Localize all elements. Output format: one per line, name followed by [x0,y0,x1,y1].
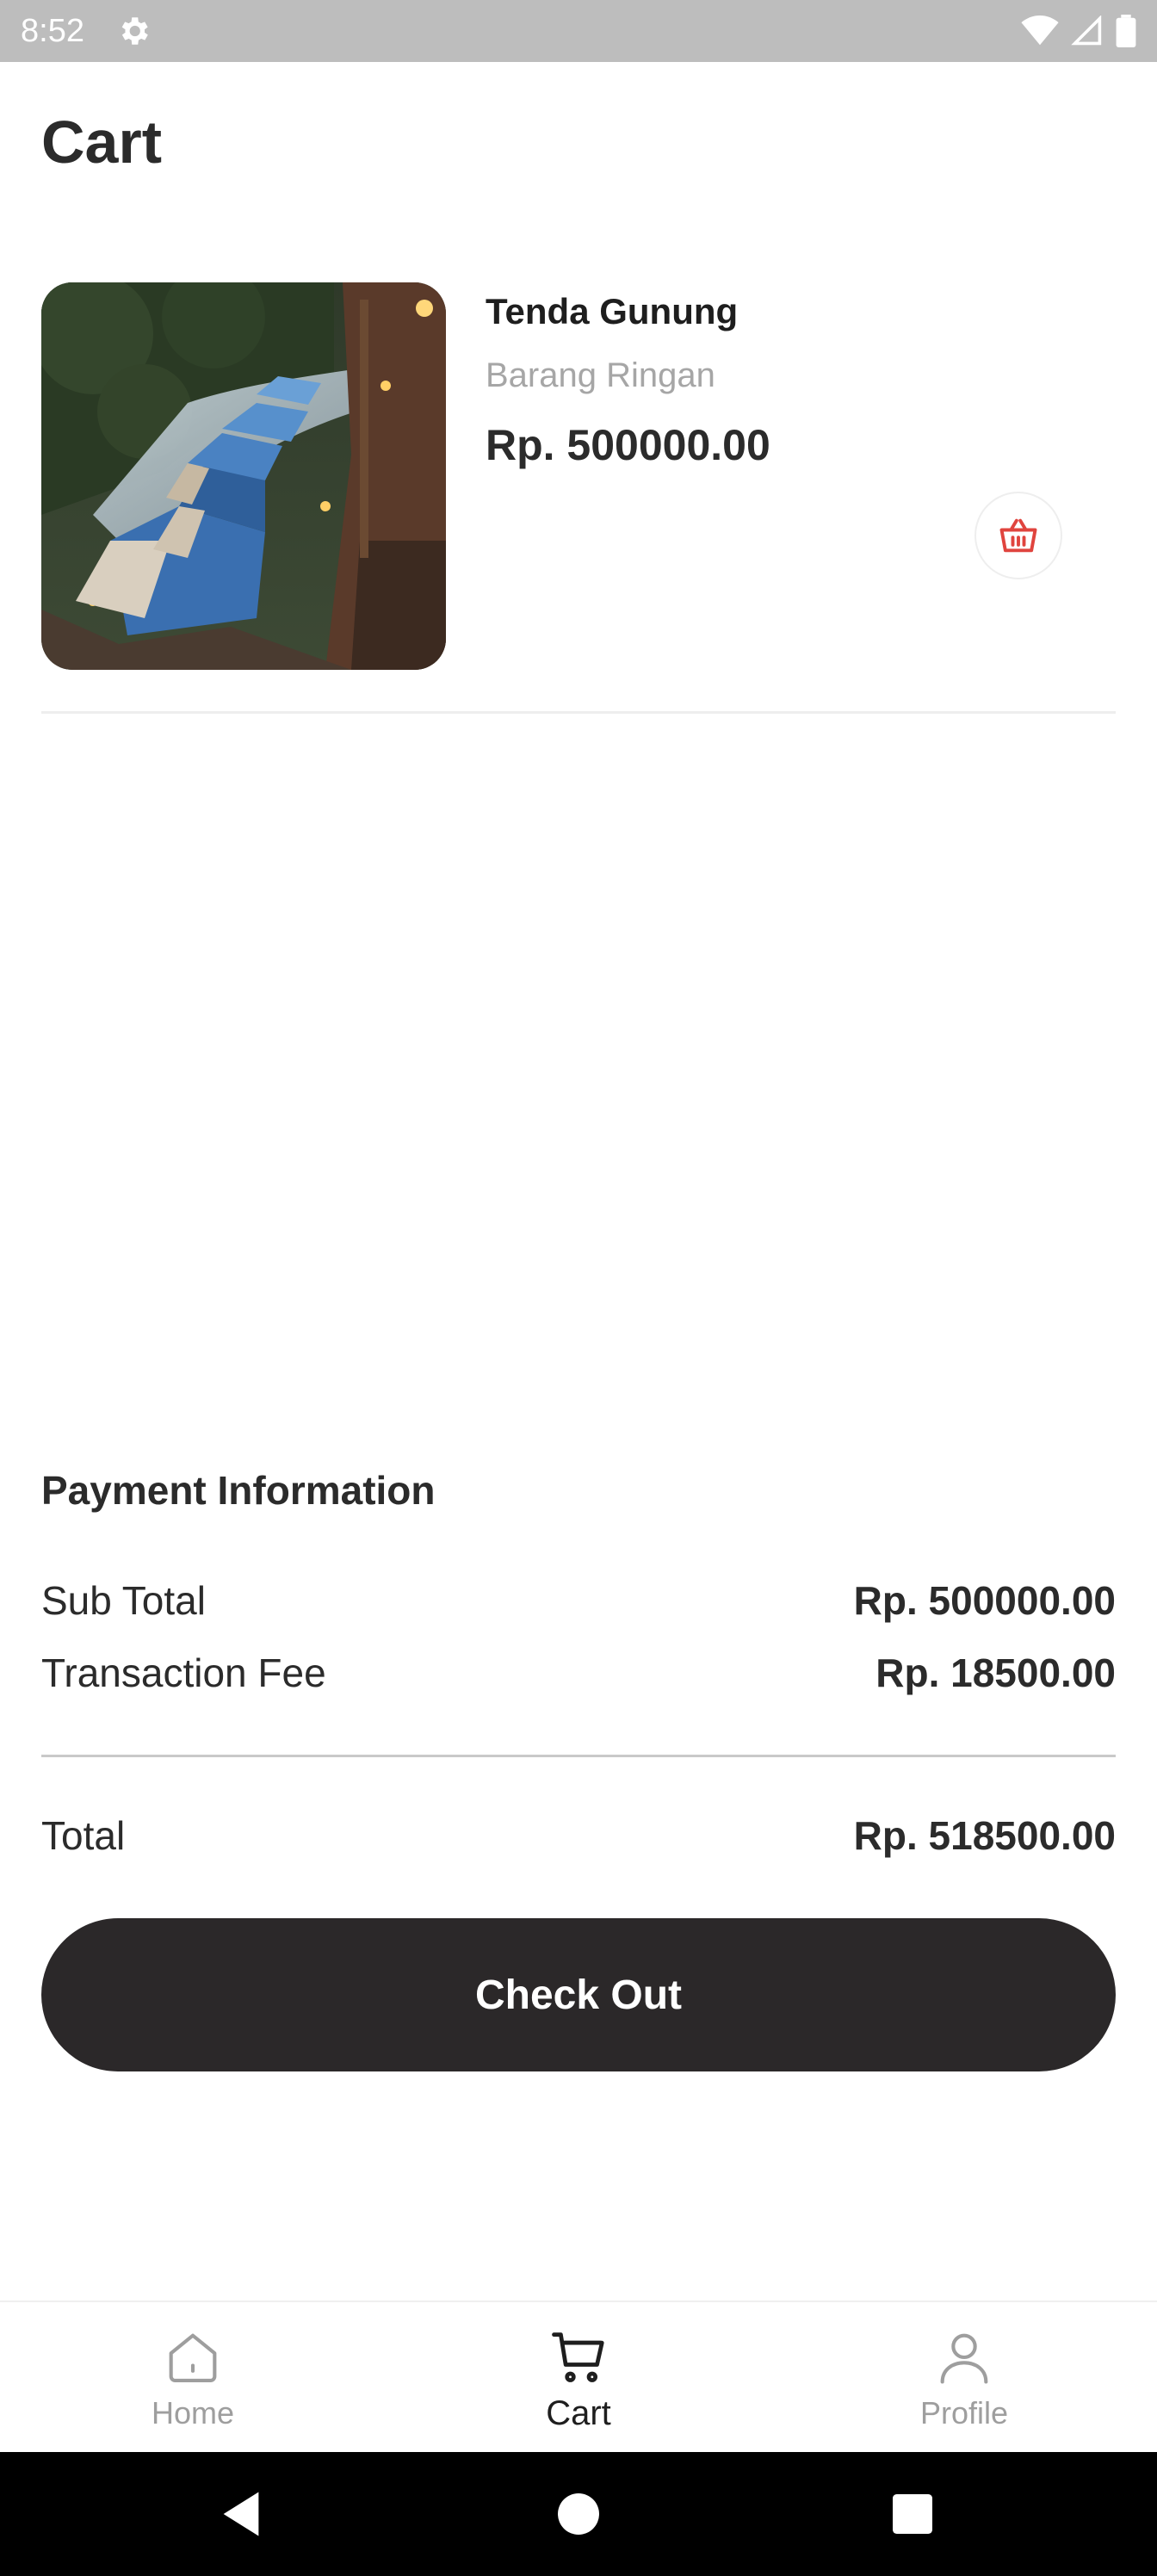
remove-item-button[interactable] [974,492,1062,579]
system-back-button[interactable] [181,2452,301,2576]
battery-icon [1116,15,1136,47]
transaction-fee-value: Rp. 18500.00 [875,1650,1116,1695]
bottom-navigation: Home Cart Profile [0,2300,1157,2452]
back-triangle-icon [223,2492,259,2536]
wifi-icon [1021,15,1059,46]
status-bar: 8:52 [0,0,1157,62]
total-row: Total Rp. 518500.00 [41,1812,1116,1859]
subtotal-value: Rp. 500000.00 [853,1578,1116,1623]
profile-icon [940,2333,988,2384]
recents-square-icon [893,2494,932,2534]
status-time: 8:52 [21,12,84,49]
subtotal-label: Sub Total [41,1578,206,1623]
checkout-button[interactable]: Check Out [41,1918,1116,2071]
payment-heading: Payment Information [41,1468,436,1513]
item-divider [41,711,1116,714]
nav-cart-label: Cart [546,2393,611,2432]
nav-home[interactable]: Home [0,2302,386,2454]
product-name: Tenda Gunung [486,291,739,331]
transaction-fee-row: Transaction Fee Rp. 18500.00 [41,1650,1116,1696]
transaction-fee-label: Transaction Fee [41,1650,326,1695]
cart-item[interactable]: Tenda Gunung Barang Ringan Rp. 500000.00 [41,282,1116,713]
system-navigation-bar [0,2452,1157,2576]
system-recents-button[interactable] [852,2452,973,2576]
basket-delete-icon [999,518,1037,553]
cart-screen: 8:52 Cart Tenda Gunung Barang Ringan Rp.… [0,0,1157,2576]
product-image [41,282,446,670]
subtotal-row: Sub Total Rp. 500000.00 [41,1577,1116,1624]
settings-gear-icon [121,17,148,45]
product-category: Barang Ringan [486,356,715,394]
total-label: Total [41,1813,126,1858]
system-home-button[interactable] [518,2452,639,2576]
nav-profile-label: Profile [919,2395,1009,2430]
status-indicators [1021,15,1136,47]
nav-home-label: Home [151,2395,235,2430]
payment-divider [41,1755,1116,1757]
home-circle-icon [558,2493,599,2535]
nav-profile[interactable]: Profile [771,2302,1157,2454]
total-value: Rp. 518500.00 [853,1813,1116,1858]
page-title: Cart [41,108,163,176]
cart-icon [552,2331,604,2382]
nav-cart[interactable]: Cart [386,2302,771,2454]
product-price: Rp. 500000.00 [486,421,770,469]
home-icon [169,2333,217,2382]
signal-icon [1071,15,1102,46]
